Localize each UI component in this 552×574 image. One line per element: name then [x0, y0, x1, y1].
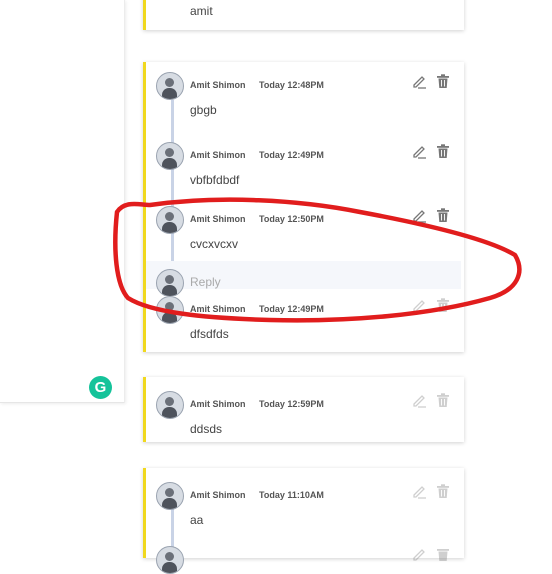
- reply-box[interactable]: Reply: [146, 261, 461, 297]
- avatar: [156, 296, 184, 324]
- comment-text: aa: [190, 513, 204, 527]
- pencil-icon[interactable]: [411, 297, 427, 313]
- comment-text: dfsdfds: [190, 327, 229, 341]
- avatar: [156, 391, 184, 419]
- avatar: [156, 72, 184, 100]
- pencil-icon[interactable]: [411, 73, 427, 89]
- avatar: [156, 482, 184, 510]
- left-panel-border: [0, 402, 124, 403]
- trash-icon[interactable]: [435, 546, 451, 562]
- left-panel: G: [0, 0, 125, 403]
- trash-icon[interactable]: [435, 143, 451, 159]
- comment-card: Amit Shimon Today 11:10AM aa: [143, 468, 464, 574]
- avatar: [156, 546, 184, 574]
- comment-author: Amit Shimon: [190, 490, 246, 500]
- trash-icon[interactable]: [435, 297, 451, 313]
- comment-card: Amit Shimon Today 12:48PM gbgb Amit Shim…: [143, 62, 464, 352]
- comment-author: Amit Shimon: [190, 399, 246, 409]
- comment: Amit Shimon Today 12:49PM dfsdfds: [146, 296, 464, 346]
- comment-time: Today 11:10AM: [259, 490, 324, 500]
- pencil-icon[interactable]: [411, 483, 427, 499]
- reply-input[interactable]: Reply: [190, 275, 221, 289]
- pencil-icon[interactable]: [411, 392, 427, 408]
- comment-time: Today 12:49PM: [259, 150, 324, 160]
- comment-text: cvcxvcxv: [190, 237, 238, 251]
- comment-time: Today 12:49PM: [259, 304, 324, 314]
- pencil-icon[interactable]: [411, 546, 427, 562]
- comment-text: vbfbfdbdf: [190, 173, 240, 187]
- grammarly-icon[interactable]: G: [89, 376, 112, 399]
- comment-author: Amit Shimon: [190, 150, 246, 160]
- trash-icon[interactable]: [435, 207, 451, 223]
- trash-icon[interactable]: [435, 73, 451, 89]
- comment-text: amit: [190, 4, 213, 18]
- avatar: [156, 206, 184, 234]
- avatar: [156, 142, 184, 170]
- trash-icon[interactable]: [435, 392, 451, 408]
- pencil-icon[interactable]: [411, 143, 427, 159]
- comment-author: Amit Shimon: [190, 80, 246, 90]
- comment-time: Today 12:59PM: [259, 399, 324, 409]
- comment-author: Amit Shimon: [190, 304, 246, 314]
- comment-author: Amit Shimon: [190, 214, 246, 224]
- pencil-icon[interactable]: [411, 207, 427, 223]
- comment-card: Amit Shimon Today 12:59PM ddsds: [143, 377, 464, 442]
- trash-icon[interactable]: [435, 483, 451, 499]
- comment-text: gbgb: [190, 103, 217, 117]
- comment-text: ddsds: [190, 422, 223, 436]
- avatar: [156, 269, 184, 297]
- comment-time: Today 12:48PM: [259, 80, 324, 90]
- comment-card: amit: [143, 0, 464, 30]
- comment-time: Today 12:50PM: [259, 214, 324, 224]
